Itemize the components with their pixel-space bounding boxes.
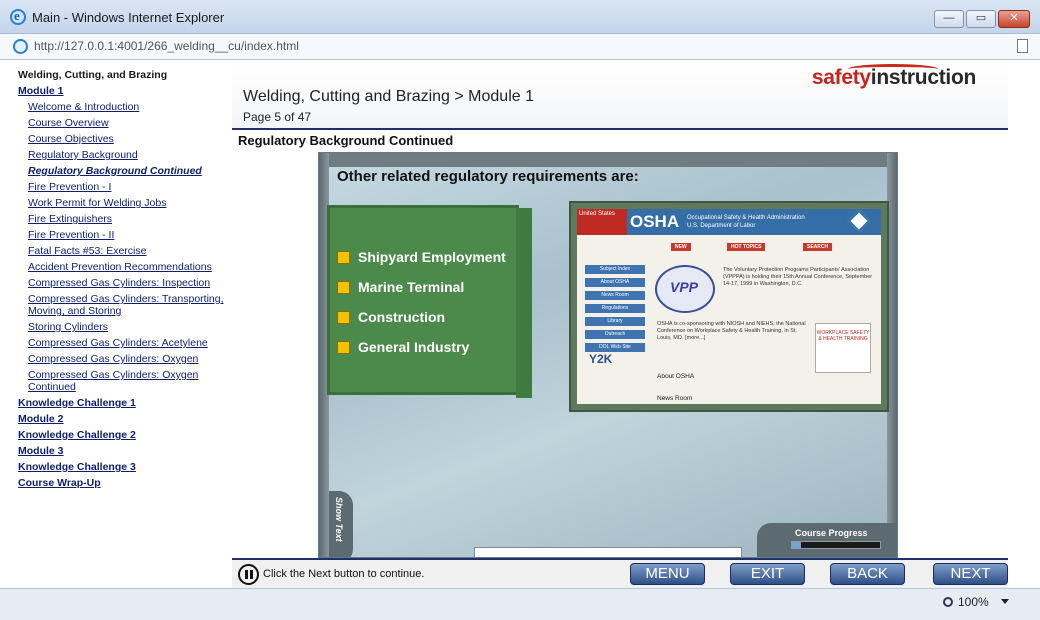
osha-side-nav: Subject Index About OSHA News Room Regul…	[585, 265, 645, 356]
osha-side-item: Outreach	[585, 330, 645, 339]
minimize-button[interactable]: —	[934, 10, 964, 28]
module-title: Welding, Cutting and Brazing > Module 1	[243, 88, 534, 105]
osha-side-item: About OSHA	[585, 278, 645, 287]
slide-heading: Other related regulatory requirements ar…	[337, 168, 639, 185]
course-header: Welding, Cutting and Brazing > Module 1 …	[232, 60, 1008, 130]
osha-subtitle: Occupational Safety & Health Administrat…	[687, 215, 805, 229]
instruction-text: Click the Next button to continue.	[263, 568, 425, 580]
list-item: Shipyard Employment	[337, 242, 506, 272]
toc-module-2[interactable]: Module 2	[12, 413, 232, 425]
toc-item[interactable]: Regulatory Background	[12, 149, 232, 161]
vpp-logo-icon	[655, 265, 715, 313]
osha-name: OSHA	[630, 212, 680, 231]
page-indicator: Page 5 of 47	[243, 110, 312, 124]
toc-knowledge-challenge-1[interactable]: Knowledge Challenge 1	[12, 397, 232, 409]
course-progress-label: Course Progress	[795, 528, 868, 538]
show-text-tab[interactable]: Show Text	[329, 491, 353, 557]
chevron-down-icon[interactable]	[1001, 599, 1009, 604]
toc-item[interactable]: Fire Extinguishers	[12, 213, 232, 225]
osha-banner: United States OSHA Occupational Safety &…	[577, 209, 881, 235]
table-of-contents: Welding, Cutting, and Brazing Module 1 W…	[12, 60, 232, 588]
toc-course-wrap-up[interactable]: Course Wrap-Up	[12, 477, 232, 489]
slide-stage: Other related regulatory requirements ar…	[318, 152, 898, 558]
toc-item[interactable]: Compressed Gas Cylinders: Oxygen Continu…	[12, 369, 232, 393]
window-title: Main - Windows Internet Explorer	[32, 10, 225, 25]
ie-page-icon	[13, 39, 28, 54]
toc-item[interactable]: Fatal Facts #53: Exercise	[12, 245, 232, 257]
toc-item-current[interactable]: Regulatory Background Continued	[12, 165, 232, 177]
section-title: Regulatory Background Continued	[238, 133, 454, 148]
course-footer: Click the Next button to continue. MENU …	[232, 558, 1008, 588]
maximize-button[interactable]: ▭	[966, 10, 996, 28]
panel-tab	[516, 208, 532, 398]
status-bar: 100%	[0, 588, 1040, 620]
next-button[interactable]: NEXT	[933, 563, 1008, 585]
toc-item[interactable]: Course Objectives	[12, 133, 232, 145]
osha-about-link: About OSHA	[657, 373, 695, 380]
toc-item[interactable]: Course Overview	[12, 117, 232, 129]
toc-knowledge-challenge-2[interactable]: Knowledge Challenge 2	[12, 429, 232, 441]
toc-knowledge-challenge-3[interactable]: Knowledge Challenge 3	[12, 461, 232, 473]
toc-item[interactable]: Fire Prevention - II	[12, 229, 232, 241]
osha-news-link: News Room	[657, 395, 693, 402]
toc-item[interactable]: Work Permit for Welding Jobs	[12, 197, 232, 209]
bullet-square-icon	[337, 280, 350, 294]
toc-item[interactable]: Storing Cylinders	[12, 321, 232, 333]
requirements-list: Shipyard Employment Marine Terminal Cons…	[337, 242, 506, 362]
osha-vpp-text: The Voluntary Protection Programs Partic…	[723, 267, 873, 287]
toc-item[interactable]: Compressed Gas Cylinders: Transporting, …	[12, 293, 232, 317]
toc-item[interactable]: Fire Prevention - I	[12, 181, 232, 193]
osha-y2k-label: Y2K	[589, 352, 613, 366]
osha-side-item: DOL Web Site	[585, 343, 645, 352]
course-progress-fill	[792, 542, 802, 548]
toc-item[interactable]: Compressed Gas Cylinders: Oxygen	[12, 353, 232, 365]
slide-instruction-box	[474, 547, 742, 557]
osha-nav-hot-topics: HOT TOPICS	[727, 243, 766, 251]
back-button[interactable]: BACK	[830, 563, 905, 585]
toc-item[interactable]: Compressed Gas Cylinders: Inspection	[12, 277, 232, 289]
close-button[interactable]: ✕	[998, 10, 1030, 28]
bullet-square-icon	[337, 250, 350, 264]
osha-side-item: Subject Index	[585, 265, 645, 274]
osha-screenshot: United States OSHA Occupational Safety &…	[577, 209, 881, 404]
osha-side-item: Library	[585, 317, 645, 326]
toc-item[interactable]: Welcome & Introduction	[12, 101, 232, 113]
zoom-level[interactable]: 100%	[958, 595, 989, 609]
browser-content: Welding, Cutting, and Brazing Module 1 W…	[0, 60, 1040, 588]
toc-course-title: Welding, Cutting, and Brazing	[18, 69, 168, 81]
address-url[interactable]: http://127.0.0.1:4001/266_welding__cu/in…	[34, 39, 299, 53]
osha-diamond-icon	[847, 209, 871, 233]
exit-button[interactable]: EXIT	[730, 563, 805, 585]
list-item: General Industry	[337, 332, 506, 362]
osha-side-item: News Room	[585, 291, 645, 300]
zoom-magnifier-icon[interactable]	[943, 597, 953, 607]
osha-nav-new: NEW	[671, 243, 691, 251]
slide-frame-top	[319, 153, 897, 167]
osha-nav-search: SEARCH	[803, 243, 833, 251]
toc-module-1[interactable]: Module 1	[12, 85, 232, 97]
list-item: Marine Terminal	[337, 272, 506, 302]
course-progress: Course Progress	[757, 523, 897, 557]
page-icon[interactable]	[1017, 39, 1028, 53]
pause-icon[interactable]	[238, 564, 259, 585]
osha-training-badge: WORKPLACE SAFETY & HEALTH TRAINING	[815, 323, 871, 373]
course-player: Welding, Cutting, and Brazing Module 1 W…	[12, 60, 1008, 588]
course-progress-track	[791, 541, 881, 549]
menu-button[interactable]: MENU	[630, 563, 705, 585]
list-item: Construction	[337, 302, 506, 332]
osha-niehs-text: OSHA is co-sponsoring with NIOSH and NIE…	[657, 321, 806, 341]
toc-module-3[interactable]: Module 3	[12, 445, 232, 457]
safetyinstruction-logo: safetyinstruction	[811, 66, 976, 89]
window-titlebar: Main - Windows Internet Explorer — ▭ ✕	[0, 0, 1040, 34]
osha-side-item: Regulations	[585, 304, 645, 313]
requirements-panel: Shipyard Employment Marine Terminal Cons…	[327, 205, 532, 398]
toc-item[interactable]: Accident Prevention Recommendations	[12, 261, 232, 273]
address-bar[interactable]: http://127.0.0.1:4001/266_welding__cu/in…	[0, 34, 1040, 60]
osha-website-image: United States OSHA Occupational Safety &…	[569, 201, 889, 412]
toc-item[interactable]: Compressed Gas Cylinders: Acetylene	[12, 337, 232, 349]
bullet-square-icon	[337, 310, 350, 324]
bullet-square-icon	[337, 340, 350, 354]
osha-us-label: United States	[577, 209, 627, 235]
ie-logo-icon	[10, 8, 26, 25]
